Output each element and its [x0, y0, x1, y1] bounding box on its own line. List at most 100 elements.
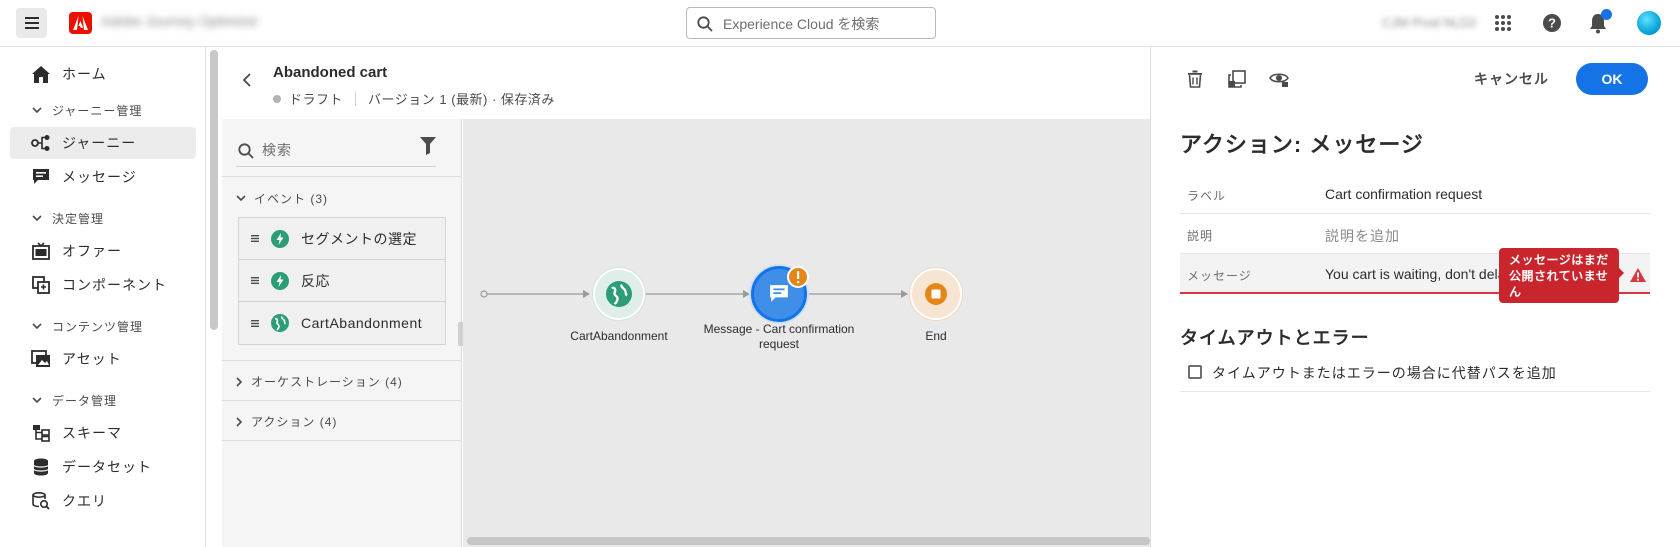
event-item-segment-qualification[interactable]: セグメントの選定: [239, 218, 445, 260]
timeout-checkbox[interactable]: [1188, 365, 1202, 379]
drag-handle-icon[interactable]: [251, 277, 259, 284]
journey-canvas[interactable]: CartAbandonment Message - Cart confirmat…: [463, 119, 1150, 547]
nav-group-label: ジャーニー管理: [52, 104, 143, 118]
label-field-value[interactable]: Cart confirmation request: [1325, 186, 1482, 202]
nav-item-label: ホーム: [62, 66, 107, 82]
nav-item-assets[interactable]: アセット: [10, 343, 196, 375]
status-divider: [355, 91, 357, 106]
cancel-button[interactable]: キャンセル: [1466, 65, 1557, 93]
nav-group-decision-management[interactable]: 決定管理: [32, 210, 104, 227]
chevron-down-icon: [32, 397, 42, 404]
nav-item-schemas[interactable]: スキーマ: [10, 417, 196, 449]
timeout-section-title: タイムアウトとエラー: [1180, 328, 1370, 348]
dataset-icon: [30, 456, 52, 478]
drag-handle-icon[interactable]: [251, 319, 259, 327]
assets-icon: [30, 348, 52, 370]
journey-node-label: CartAbandonment: [570, 329, 668, 343]
left-nav-scrollbar[interactable]: [210, 50, 218, 330]
event-item-label: 反応: [301, 272, 330, 289]
nav-group-journey-management[interactable]: ジャーニー管理: [32, 102, 142, 119]
user-avatar[interactable]: [1637, 11, 1661, 35]
nav-item-home[interactable]: ホーム: [10, 58, 196, 90]
nav-item-label: クエリ: [62, 493, 107, 509]
org-switcher[interactable]: CJM Prod NLD2: [1382, 15, 1477, 30]
description-field-placeholder[interactable]: 説明を追加: [1325, 226, 1400, 246]
journey-title: Abandoned cart: [273, 64, 388, 81]
nav-item-label: オファー: [62, 243, 122, 259]
message-icon: [770, 285, 788, 302]
hamburger-icon: [24, 17, 39, 29]
schema-icon: [30, 422, 52, 444]
start-point: [480, 290, 488, 298]
help-icon[interactable]: ?: [1542, 13, 1562, 33]
palette-section-orchestration[interactable]: オーケストレーション (4): [236, 373, 403, 390]
status-dot: [273, 94, 281, 103]
query-icon: [30, 490, 52, 512]
preview-eye-icon[interactable]: [1269, 70, 1289, 88]
nav-item-datasets[interactable]: データセット: [10, 451, 196, 483]
nav-group-content-management[interactable]: コンテンツ管理: [32, 318, 143, 335]
event-item-reaction[interactable]: 反応: [239, 260, 445, 302]
components-icon: [30, 274, 52, 296]
adobe-logo[interactable]: [69, 12, 92, 34]
nav-item-label: アセット: [62, 351, 122, 367]
duplicate-icon[interactable]: [1228, 70, 1246, 88]
label-field[interactable]: ラベル Cart confirmation request: [1180, 174, 1650, 214]
journey-status-label: ドラフト: [289, 92, 344, 107]
offer-icon: [30, 240, 52, 262]
event-item-label: CartAbandonment: [301, 315, 423, 331]
nav-group-label: コンテンツ管理: [52, 320, 144, 334]
svg-text:?: ?: [1548, 16, 1556, 31]
nav-item-messages[interactable]: メッセージ: [10, 161, 196, 193]
nav-item-queries[interactable]: クエリ: [10, 485, 196, 517]
globe-icon: [271, 314, 289, 332]
alert-icon: [1630, 268, 1646, 282]
journey-version: バージョン 1 (最新) · 保存済み: [368, 92, 555, 107]
timeout-alternate-path-option[interactable]: タイムアウトまたはエラーの場合に代替パスを追加: [1180, 358, 1650, 392]
palette-section-actions[interactable]: アクション (4): [236, 413, 337, 430]
journey-icon: [30, 132, 52, 154]
nav-item-label: データセット: [62, 459, 152, 475]
message-field-label: メッセージ: [1187, 269, 1252, 283]
left-navigation: ホーム ジャーニー管理 ジャーニー メッセージ 決定管理 オファー コンポーネン…: [0, 47, 206, 547]
chevron-down-icon: [32, 323, 42, 330]
nav-item-label: ジャーニー: [62, 135, 137, 151]
global-search[interactable]: [686, 7, 936, 39]
palette-search[interactable]: [236, 135, 436, 167]
app-name: Adobe Journey Optimizer: [101, 13, 259, 29]
journey-node-end[interactable]: [910, 268, 962, 320]
error-tooltip: メッセージはまだ公開されていません: [1499, 248, 1624, 303]
ok-button[interactable]: OK: [1576, 63, 1648, 95]
event-item-cart-abandonment[interactable]: CartAbandonment: [239, 302, 445, 344]
notification-badge: [1601, 9, 1612, 20]
lightning-icon: [271, 271, 289, 290]
globe-icon: [606, 281, 632, 307]
message-field-value[interactable]: You cart is waiting, don't delay: [1325, 266, 1500, 282]
palette-divider: [222, 440, 462, 441]
event-item-label: セグメントの選定: [301, 230, 417, 247]
app-switcher-icon[interactable]: [1494, 14, 1512, 32]
filter-icon[interactable]: [420, 137, 436, 155]
palette-divider: [222, 176, 462, 177]
palette-section-events[interactable]: イベント (3): [236, 190, 328, 207]
event-list: セグメントの選定 反応 CartAbandonment: [238, 217, 446, 345]
nav-item-offers[interactable]: オファー: [10, 235, 196, 267]
palette-section-label: オーケストレーション (4): [251, 375, 403, 389]
stop-icon: [925, 283, 947, 305]
nav-group-data-management[interactable]: データ管理: [32, 392, 117, 409]
back-arrow-icon[interactable]: [242, 73, 252, 87]
palette-search-input[interactable]: [262, 142, 422, 158]
trash-icon[interactable]: [1187, 70, 1203, 88]
activity-palette: イベント (3) セグメントの選定 反応 CartAbandonment オーケ…: [222, 119, 462, 547]
canvas-horizontal-scrollbar[interactable]: [467, 537, 1150, 545]
menu-toggle-button[interactable]: [16, 8, 47, 38]
label-field-label: ラベル: [1187, 189, 1227, 203]
top-bar: Adobe Journey Optimizer CJM Prod NLD2 ?: [0, 0, 1680, 47]
journey-node-cart-abandonment[interactable]: [593, 268, 645, 320]
nav-item-journeys[interactable]: ジャーニー: [10, 127, 196, 159]
global-search-input[interactable]: [723, 14, 923, 34]
nav-item-components[interactable]: コンポーネント: [10, 269, 196, 301]
drag-handle-icon[interactable]: [251, 235, 259, 242]
journey-status: ドラフト バージョン 1 (最新) · 保存済み: [273, 89, 555, 108]
palette-divider: [222, 400, 462, 401]
